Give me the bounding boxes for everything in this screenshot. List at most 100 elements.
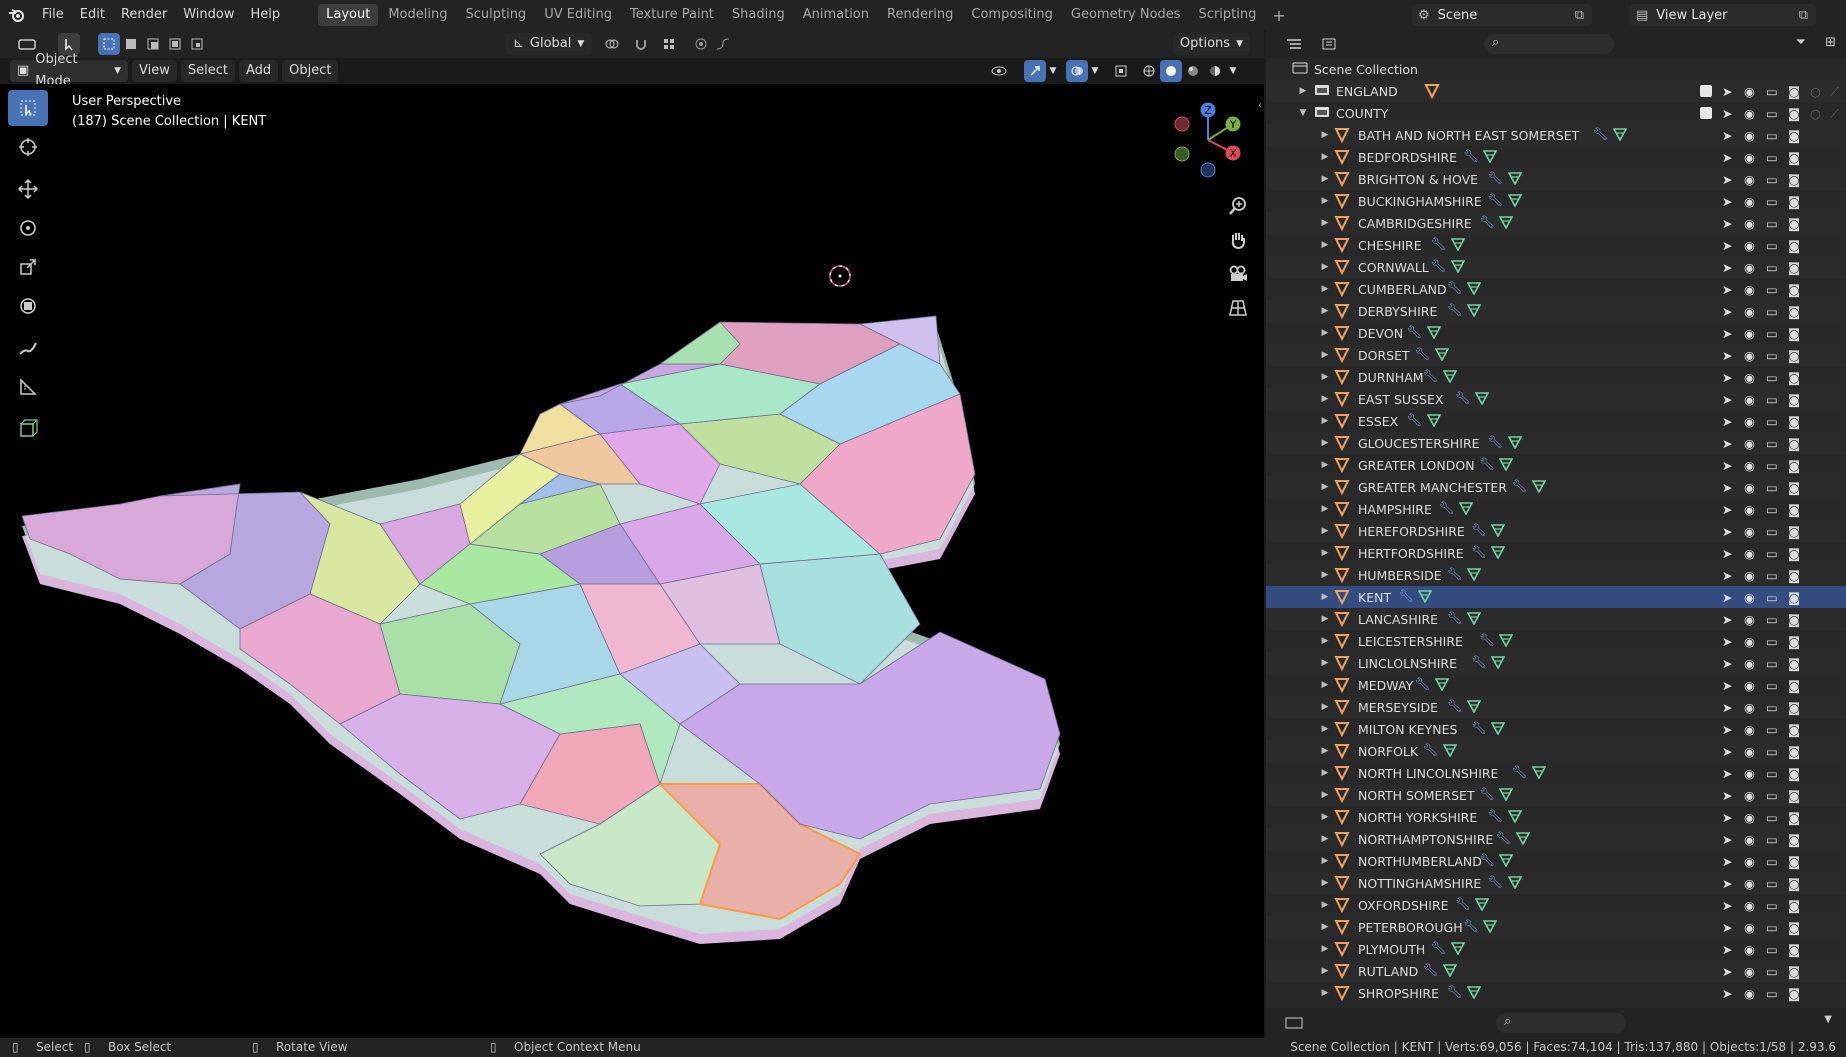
expand-arrow-icon[interactable]: ▶ [1320,152,1330,162]
object-row[interactable]: ▶ LINCLOLNSHIRE 🔧︎ ➤ ◉ ▭ ◙ [1266,652,1846,674]
viewport-monitor-icon[interactable]: ▭ [1766,150,1778,165]
mesh-data-icon[interactable] [1466,699,1482,716]
gizmos-toggle-icon[interactable] [1024,60,1046,82]
viewport-monitor-icon[interactable]: ▭ [1766,414,1778,429]
snap-increment-icon[interactable] [652,33,686,55]
scene-selector[interactable]: ⚙ Scene ⧉ [1412,4,1592,26]
indirect-only-icon[interactable]: ⟋ [1830,106,1839,122]
view-layer-selector[interactable]: ▤ View Layer ⧉ [1630,4,1816,26]
viewport-monitor-icon[interactable]: ▭ [1766,590,1778,605]
expand-arrow-icon[interactable]: ▶ [1320,394,1330,404]
render-camera-icon[interactable]: ◙ [1788,568,1800,583]
mesh-data-icon[interactable] [1507,171,1522,188]
expand-arrow-icon[interactable]: ▶ [1320,658,1330,668]
eye-icon[interactable]: ◉ [1744,194,1755,209]
expand-arrow-icon[interactable]: ▶ [1320,900,1330,910]
render-camera-icon[interactable]: ◙ [1788,216,1800,231]
shading-dropdown-icon[interactable]: ▼ [1226,60,1240,82]
viewport-monitor-icon[interactable]: ▭ [1766,898,1778,913]
selectable-arrow-icon[interactable]: ➤ [1722,612,1732,627]
viewport-monitor-icon[interactable]: ▭ [1766,282,1778,297]
object-row[interactable]: ▶ NORFOLK 🔧︎ ➤ ◉ ▭ ◙ [1266,740,1846,762]
mesh-data-icon[interactable] [1507,193,1522,210]
render-camera-icon[interactable]: ◙ [1788,986,1800,1001]
3d-viewport[interactable]: User Perspective (187) Scene Collection … [0,84,1264,1038]
modifier-wrench-icon[interactable]: 🔧︎ [1423,962,1439,978]
selectable-arrow-icon[interactable]: ➤ [1722,546,1732,561]
tab-layout[interactable]: Layout [318,4,379,26]
mesh-data-icon[interactable] [1418,589,1433,606]
selectable-arrow-icon[interactable]: ➤ [1722,480,1732,495]
render-camera-icon[interactable]: ◙ [1788,84,1800,99]
eye-icon[interactable]: ◉ [1744,458,1755,473]
eye-icon[interactable]: ◉ [1744,656,1755,671]
menu-file[interactable]: File [34,0,72,30]
expand-arrow-icon[interactable]: ▶ [1320,306,1330,316]
eye-icon[interactable]: ◉ [1744,480,1755,495]
mesh-data-icon[interactable] [1482,919,1498,936]
object-row[interactable]: ▶ SHROPSHIRE 🔧︎ ➤ ◉ ▭ ◙ [1266,982,1846,1004]
eye-icon[interactable]: ◉ [1744,920,1755,935]
object-row[interactable]: ▶ BEDFORDSHIRE 🔧︎ ➤ ◉ ▭ ◙ [1266,146,1846,168]
selectable-arrow-icon[interactable]: ➤ [1722,964,1732,979]
expand-arrow-icon[interactable]: ▶ [1320,174,1330,184]
viewport-monitor-icon[interactable]: ▭ [1766,436,1778,451]
viewport-monitor-icon[interactable]: ▭ [1766,986,1778,1001]
eye-icon[interactable]: ◉ [1744,216,1755,231]
add-workspace-icon[interactable]: + [1266,6,1291,25]
selectable-arrow-icon[interactable]: ➤ [1722,172,1732,187]
render-camera-icon[interactable]: ◙ [1788,766,1800,781]
expand-arrow-icon[interactable]: ▶ [1320,350,1330,360]
eye-icon[interactable]: ◉ [1744,392,1755,407]
eye-icon[interactable]: ◉ [1744,326,1755,341]
selectable-arrow-icon[interactable]: ➤ [1722,810,1732,825]
mesh-data-icon[interactable] [1490,655,1506,672]
expand-arrow-icon[interactable]: ▶ [1320,702,1330,712]
modifier-wrench-icon[interactable]: 🔧︎ [1488,808,1504,824]
mesh-data-icon[interactable] [1499,787,1514,804]
object-row[interactable]: ▶ DEVON 🔧︎ ➤ ◉ ▭ ◙ [1266,322,1846,344]
modifier-wrench-icon[interactable]: 🔧︎ [1447,698,1463,714]
expand-arrow-icon[interactable]: ▶ [1320,460,1330,470]
menu-render[interactable]: Render [113,0,175,30]
object-row[interactable]: ▶ KENT 🔧︎ ➤ ◉ ▭ ◙ [1266,586,1846,608]
object-row[interactable]: ▶ PETERBOROUGH 🔧︎ ➤ ◉ ▭ ◙ [1266,916,1846,938]
render-camera-icon[interactable]: ◙ [1788,106,1800,121]
object-row[interactable]: ▶ LEICESTERSHIRE 🔧︎ ➤ ◉ ▭ ◙ [1266,630,1846,652]
collection-row-england[interactable]: ▶ ENGLAND ➤ ◉ ▭ ◙ ○ ⟋ [1266,80,1846,102]
viewport-monitor-icon[interactable]: ▭ [1766,876,1778,891]
expand-arrow-icon[interactable]: ▶ [1320,372,1330,382]
mesh-data-icon[interactable] [1507,875,1522,892]
viewport-monitor-icon[interactable]: ▭ [1766,326,1778,341]
overlays-dropdown-icon[interactable]: ▼ [1088,60,1102,82]
exclude-checkbox-icon[interactable] [1700,107,1712,119]
object-row[interactable]: ▶ GREATER LONDON 🔧︎ ➤ ◉ ▭ ◙ [1266,454,1846,476]
selectable-arrow-icon[interactable]: ➤ [1722,304,1732,319]
mesh-data-icon[interactable] [1507,435,1522,452]
viewport-monitor-icon[interactable]: ▭ [1766,722,1778,737]
indirect-only-icon[interactable]: ⟋ [1830,84,1839,100]
render-camera-icon[interactable]: ◙ [1788,678,1800,693]
eye-icon[interactable]: ◉ [1744,722,1755,737]
selectable-arrow-icon[interactable]: ➤ [1722,700,1732,715]
gizmos-dropdown-icon[interactable]: ▼ [1046,60,1060,82]
view-layer-new-icon[interactable]: ⧉ [1799,8,1808,23]
viewport-monitor-icon[interactable]: ▭ [1766,656,1778,671]
mesh-data-icon[interactable] [1466,611,1482,628]
viewport-monitor-icon[interactable]: ▭ [1766,546,1778,561]
mesh-data-icon[interactable] [1490,721,1506,738]
mesh-data-icon[interactable] [1450,259,1466,276]
eye-icon[interactable]: ◉ [1744,524,1755,539]
eye-icon[interactable]: ◉ [1744,788,1755,803]
selectable-arrow-icon[interactable]: ➤ [1722,326,1732,341]
selectable-arrow-icon[interactable]: ➤ [1722,502,1732,517]
eye-icon[interactable]: ◉ [1744,502,1755,517]
mesh-data-icon[interactable] [1490,545,1506,562]
new-collection-icon[interactable]: ⊞ [1825,35,1836,50]
modifier-wrench-icon[interactable]: 🔧︎ [1471,654,1487,670]
modifier-wrench-icon[interactable]: 🔧︎ [1423,368,1439,384]
selectable-arrow-icon[interactable]: ➤ [1722,766,1732,781]
expand-arrow-icon[interactable]: ▶ [1320,812,1330,822]
mesh-data-icon[interactable] [1434,347,1449,364]
render-camera-icon[interactable]: ◙ [1788,172,1800,187]
